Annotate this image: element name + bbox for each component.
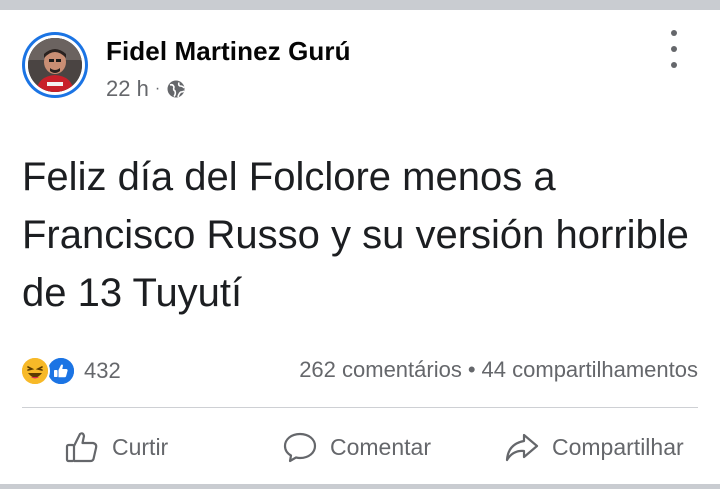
- globe-icon: [167, 80, 185, 98]
- post-meta: 22 h ·: [106, 76, 186, 102]
- dot-icon: [671, 46, 677, 52]
- meta-separator: ·: [154, 80, 161, 97]
- comment-bubble-icon: [283, 432, 317, 463]
- stats-separator: •: [467, 357, 476, 382]
- post-actions: Curtir Comentar Compartilhar: [0, 422, 720, 472]
- like-icon: [46, 356, 76, 386]
- avatar[interactable]: [22, 32, 88, 98]
- more-options-button[interactable]: [664, 28, 684, 70]
- shares-count[interactable]: 44 compartilhamentos: [482, 357, 698, 383]
- person-photo-icon: [28, 38, 82, 92]
- reactions-summary[interactable]: 432: [20, 356, 121, 386]
- reaction-count: 432: [84, 358, 121, 383]
- like-label: Curtir: [112, 433, 169, 460]
- thumbs-up-icon: [65, 432, 98, 463]
- dot-icon: [671, 62, 677, 68]
- avatar-image: [28, 38, 82, 92]
- post-text: Feliz día del Folclore menos a Francisco…: [22, 155, 689, 315]
- haha-icon: [20, 356, 50, 386]
- post-card: Fidel Martinez Gurú 22 h · Feliz día del…: [0, 10, 720, 484]
- share-label: Compartilhar: [552, 433, 684, 460]
- comment-button[interactable]: Comentar: [282, 422, 431, 472]
- engagement-stats: 262 comentários • 44 compartilhamentos: [299, 357, 698, 383]
- share-button[interactable]: Compartilhar: [504, 422, 684, 472]
- post-time[interactable]: 22 h: [106, 76, 149, 102]
- comments-count[interactable]: 262 comentários: [299, 357, 462, 383]
- comment-label: Comentar: [330, 433, 431, 460]
- author-name[interactable]: Fidel Martinez Gurú: [106, 36, 351, 67]
- divider: [22, 407, 698, 408]
- share-arrow-icon: [505, 433, 539, 462]
- like-button[interactable]: Curtir: [64, 422, 168, 472]
- dot-icon: [671, 30, 677, 36]
